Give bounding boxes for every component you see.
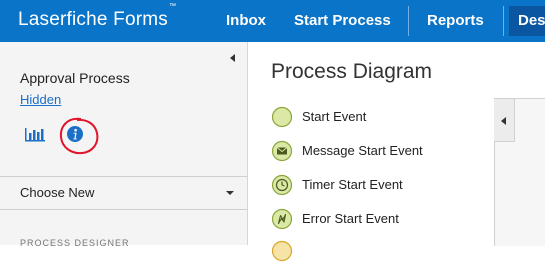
sidebar-border [247,42,248,245]
nav-start-process[interactable]: Start Process [294,0,391,42]
chevron-left-icon[interactable] [501,117,506,125]
chevron-down-icon[interactable] [226,191,234,195]
visibility-link[interactable]: Hidden [20,92,61,107]
sidebar-divider [0,176,247,177]
trademark-symbol: ™ [168,2,177,10]
legend-label: Error Start Event [302,211,399,226]
section-label-truncated: PROCESS DESIGNER [20,238,130,248]
process-name: Approval Process [20,70,130,86]
bar-chart-icon[interactable] [25,126,45,142]
brand-logo[interactable]: Laserfiche Forms™ [18,3,176,31]
message-start-event-icon [271,140,293,162]
legend-label: Timer Start Event [302,177,403,192]
red-annotation-circle [59,117,99,155]
event-icon-partial [271,240,293,262]
collapse-sidebar-icon[interactable] [230,54,235,62]
start-event-icon [271,106,293,128]
timer-start-event-icon [271,174,293,196]
sidebar-divider [0,209,247,210]
top-navigation-bar: Laserfiche Forms™ Inbox Start Process Re… [0,0,545,42]
nav-reports[interactable]: Reports [427,0,484,42]
legend-label: Start Event [302,109,367,124]
nav-designer[interactable]: Des [518,0,545,42]
choose-new-dropdown[interactable]: Choose New [20,185,94,200]
page-title: Process Diagram [271,60,433,83]
nav-separator [408,6,409,36]
legend-label: Message Start Event [302,143,423,158]
error-start-event-icon [271,208,293,230]
brand-name: Laserfiche Forms [18,9,168,30]
nav-inbox[interactable]: Inbox [226,0,266,42]
nav-separator [503,6,504,36]
